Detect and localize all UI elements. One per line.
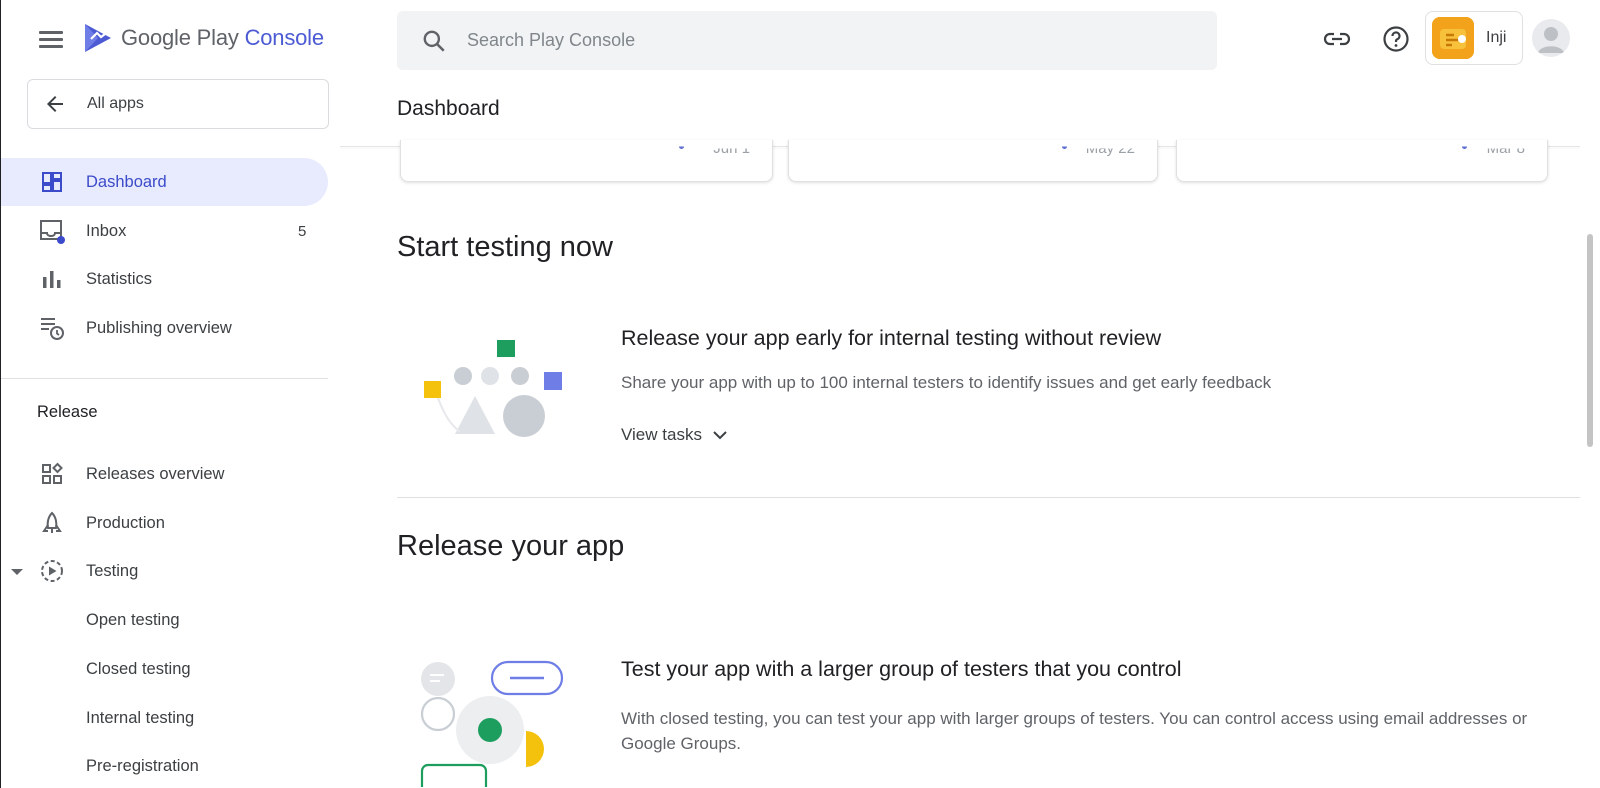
status-dot-icon <box>1062 146 1067 149</box>
view-tasks-label: View tasks <box>621 425 702 444</box>
sidebar-item-label: Publishing overview <box>86 318 232 337</box>
link-icon[interactable] <box>1322 24 1352 54</box>
recent-card[interactable]: Mar 8 <box>1176 140 1548 182</box>
sidebar-item-label: Inbox <box>86 221 127 240</box>
app-icon <box>1432 17 1474 59</box>
section-divider <box>397 497 1580 498</box>
internal-testing-task-description: Share your app with up to 100 internal t… <box>621 373 1272 392</box>
logo-text-accent: Console <box>244 25 325 50</box>
arrow-back-icon <box>47 96 63 112</box>
sidebar-item-dashboard[interactable]: Dashboard <box>1 158 328 206</box>
sidebar-item-inbox[interactable]: Inbox 5 <box>1 207 328 255</box>
card-date: May 22 <box>1085 140 1135 158</box>
closed-testing-task-title: Test your app with a larger group of tes… <box>621 657 1182 681</box>
dashboard-icon <box>39 169 65 195</box>
search-bar[interactable]: Search Play Console <box>397 11 1217 70</box>
sidebar-item-label: Releases overview <box>86 464 225 483</box>
closed-testing-illustration-icon <box>420 660 564 787</box>
search-icon <box>423 30 445 52</box>
sidebar-item-pre-registration[interactable]: Pre-registration <box>86 757 199 776</box>
internal-testing-task-title: Release your app early for internal test… <box>621 326 1162 350</box>
sidebar-item-label: Dashboard <box>86 172 167 191</box>
bar-chart-icon <box>39 266 65 292</box>
sidebar-item-closed-testing[interactable]: Closed testing <box>86 660 191 679</box>
inbox-icon <box>39 218 65 244</box>
sidebar-item-label: Production <box>86 513 165 532</box>
sidebar-item-releases-overview[interactable]: Releases overview <box>1 450 328 498</box>
production-icon <box>39 510 65 536</box>
sidebar-item-label: Statistics <box>86 269 153 288</box>
scrollbar[interactable] <box>1587 234 1593 447</box>
view-tasks-button[interactable]: View tasks <box>621 425 728 445</box>
card-date: Mar 8 <box>1486 140 1525 158</box>
inbox-count-badge: 5 <box>298 222 307 240</box>
account-name: Inji <box>1486 29 1507 46</box>
sidebar-divider <box>1 378 328 379</box>
search-input[interactable]: Search Play Console <box>467 30 635 51</box>
avatar[interactable] <box>1532 19 1570 57</box>
sidebar-item-statistics[interactable]: Statistics <box>1 255 328 303</box>
publishing-overview-icon <box>39 315 65 341</box>
sidebar-item-testing[interactable]: Testing <box>1 547 328 595</box>
release-app-heading: Release your app <box>397 530 625 562</box>
all-apps-label: All apps <box>87 95 144 112</box>
card-date: Jun 1 <box>713 140 750 158</box>
all-apps-button[interactable]: All apps <box>27 79 329 129</box>
play-console-logo-icon <box>85 24 111 52</box>
logo-text-main: Google Play <box>121 25 239 50</box>
sidebar-item-open-testing[interactable]: Open testing <box>86 611 180 630</box>
testing-icon <box>39 558 65 584</box>
user-icon <box>1538 27 1564 53</box>
play-console-logo[interactable]: Google Play Console <box>83 22 324 54</box>
sidebar-item-publishing-overview[interactable]: Publishing overview <box>1 304 328 352</box>
sidebar-item-label: Testing <box>86 561 139 580</box>
closed-testing-task-description: With closed testing, you can test your a… <box>621 709 1528 753</box>
releases-overview-icon <box>39 461 65 487</box>
sidebar-item-production[interactable]: Production <box>1 499 328 547</box>
page-title: Dashboard <box>397 97 500 120</box>
internal-testing-illustration-icon <box>424 340 562 437</box>
recent-card[interactable]: Jun 1 <box>400 140 773 182</box>
release-section-title: Release <box>37 403 98 421</box>
sidebar-item-internal-testing[interactable]: Internal testing <box>86 709 194 728</box>
sidebar: Google Play Console All apps Dashboard I… <box>0 0 330 788</box>
chevron-down-icon <box>713 431 727 440</box>
status-dot-icon <box>679 146 684 149</box>
logo-text: Google Play Console <box>121 25 324 51</box>
status-dot-icon <box>1462 146 1467 149</box>
start-testing-heading: Start testing now <box>397 231 613 263</box>
account-switcher[interactable]: Inji <box>1425 11 1523 65</box>
recent-card[interactable]: May 22 <box>788 140 1158 182</box>
menu-icon[interactable] <box>39 29 63 49</box>
help-icon[interactable] <box>1381 24 1411 54</box>
